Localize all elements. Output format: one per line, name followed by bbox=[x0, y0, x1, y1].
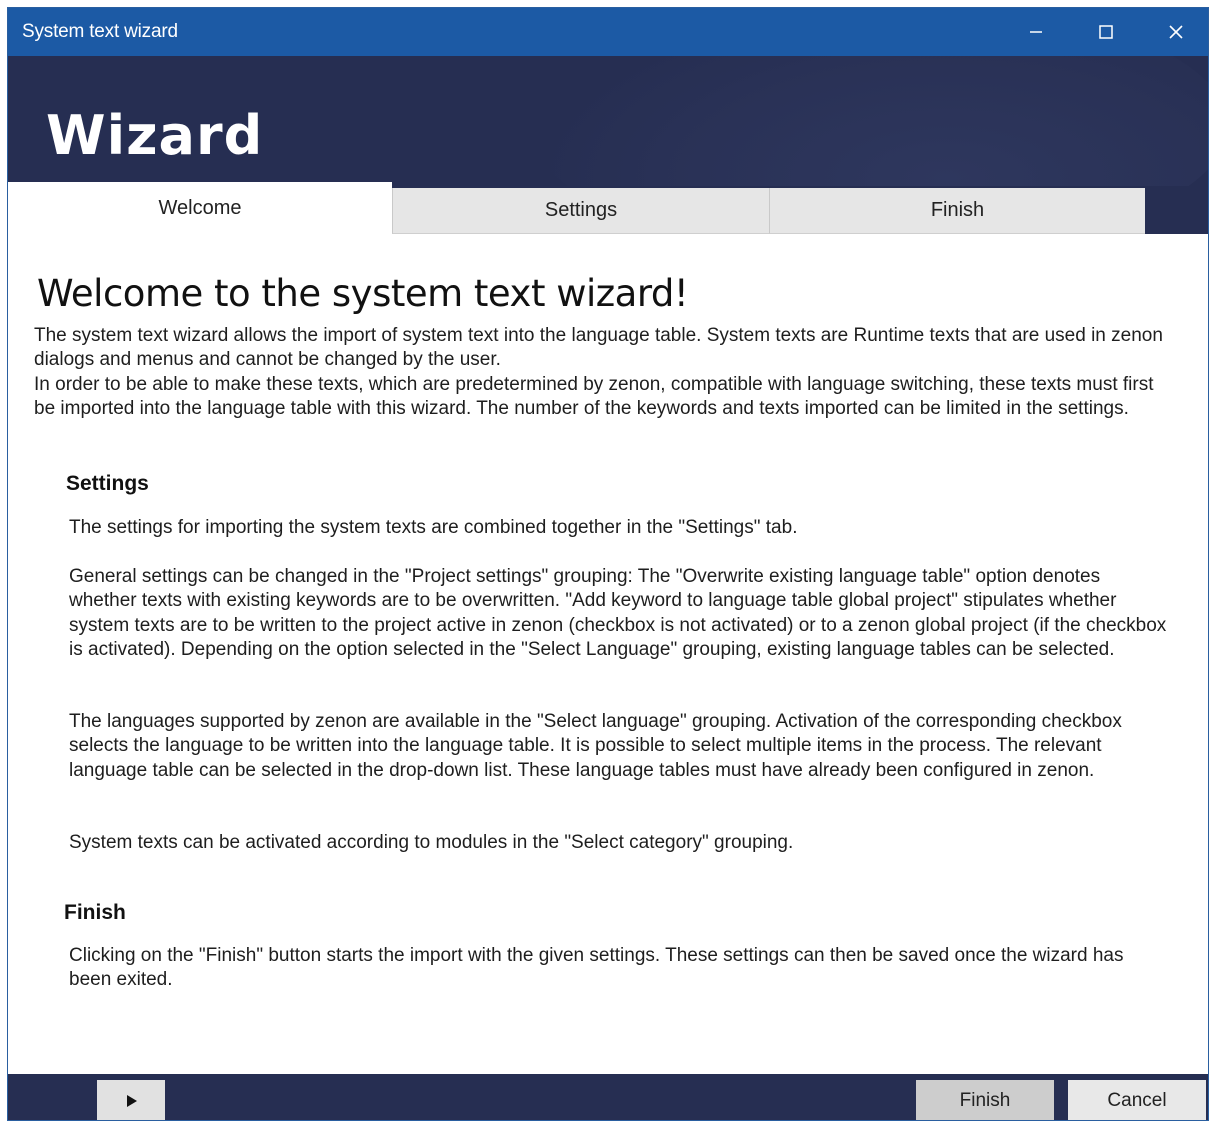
page-title: Welcome to the system text wizard! bbox=[37, 272, 689, 315]
maximize-icon bbox=[1099, 25, 1113, 39]
header-title: Wizard bbox=[46, 104, 264, 167]
close-button[interactable] bbox=[1141, 8, 1208, 56]
maximize-button[interactable] bbox=[1071, 8, 1141, 56]
tab-welcome[interactable]: Welcome bbox=[8, 182, 392, 234]
play-icon bbox=[127, 1095, 137, 1107]
intro-paragraph: In order to be able to make these texts,… bbox=[34, 373, 1154, 419]
close-icon bbox=[1169, 25, 1183, 39]
header-decoration bbox=[528, 56, 1208, 186]
cancel-button[interactable]: Cancel bbox=[1068, 1080, 1206, 1120]
settings-paragraph: The settings for importing the system te… bbox=[69, 517, 798, 538]
window-title: System text wizard bbox=[22, 21, 178, 42]
finish-paragraph: Clicking on the "Finish" button starts t… bbox=[69, 945, 1124, 991]
intro-text: The system text wizard allows the import… bbox=[34, 324, 1174, 421]
intro-paragraph: The system text wizard allows the import… bbox=[34, 325, 1163, 371]
tab-finish[interactable]: Finish bbox=[769, 188, 1145, 234]
minimize-icon bbox=[1030, 31, 1042, 33]
wizard-window: System text wizard Wizard Welcome Settin… bbox=[7, 7, 1209, 1121]
minimize-button[interactable] bbox=[1001, 8, 1071, 56]
welcome-page: Welcome to the system text wizard! The s… bbox=[8, 234, 1208, 1074]
tab-strip: Welcome Settings Finish bbox=[8, 182, 1208, 234]
wizard-header: Wizard bbox=[8, 56, 1208, 186]
finish-heading: Finish bbox=[64, 901, 126, 924]
next-page-button[interactable] bbox=[97, 1080, 165, 1120]
button-bar: Finish Cancel bbox=[8, 1074, 1208, 1120]
settings-paragraph: The languages supported by zenon are ava… bbox=[69, 711, 1122, 781]
settings-heading: Settings bbox=[66, 472, 149, 495]
finish-button[interactable]: Finish bbox=[916, 1080, 1054, 1120]
settings-paragraph: General settings can be changed in the "… bbox=[69, 566, 1167, 660]
settings-paragraph: System texts can be activated according … bbox=[69, 832, 794, 853]
title-bar[interactable]: System text wizard bbox=[8, 8, 1208, 56]
tab-settings[interactable]: Settings bbox=[392, 188, 769, 234]
